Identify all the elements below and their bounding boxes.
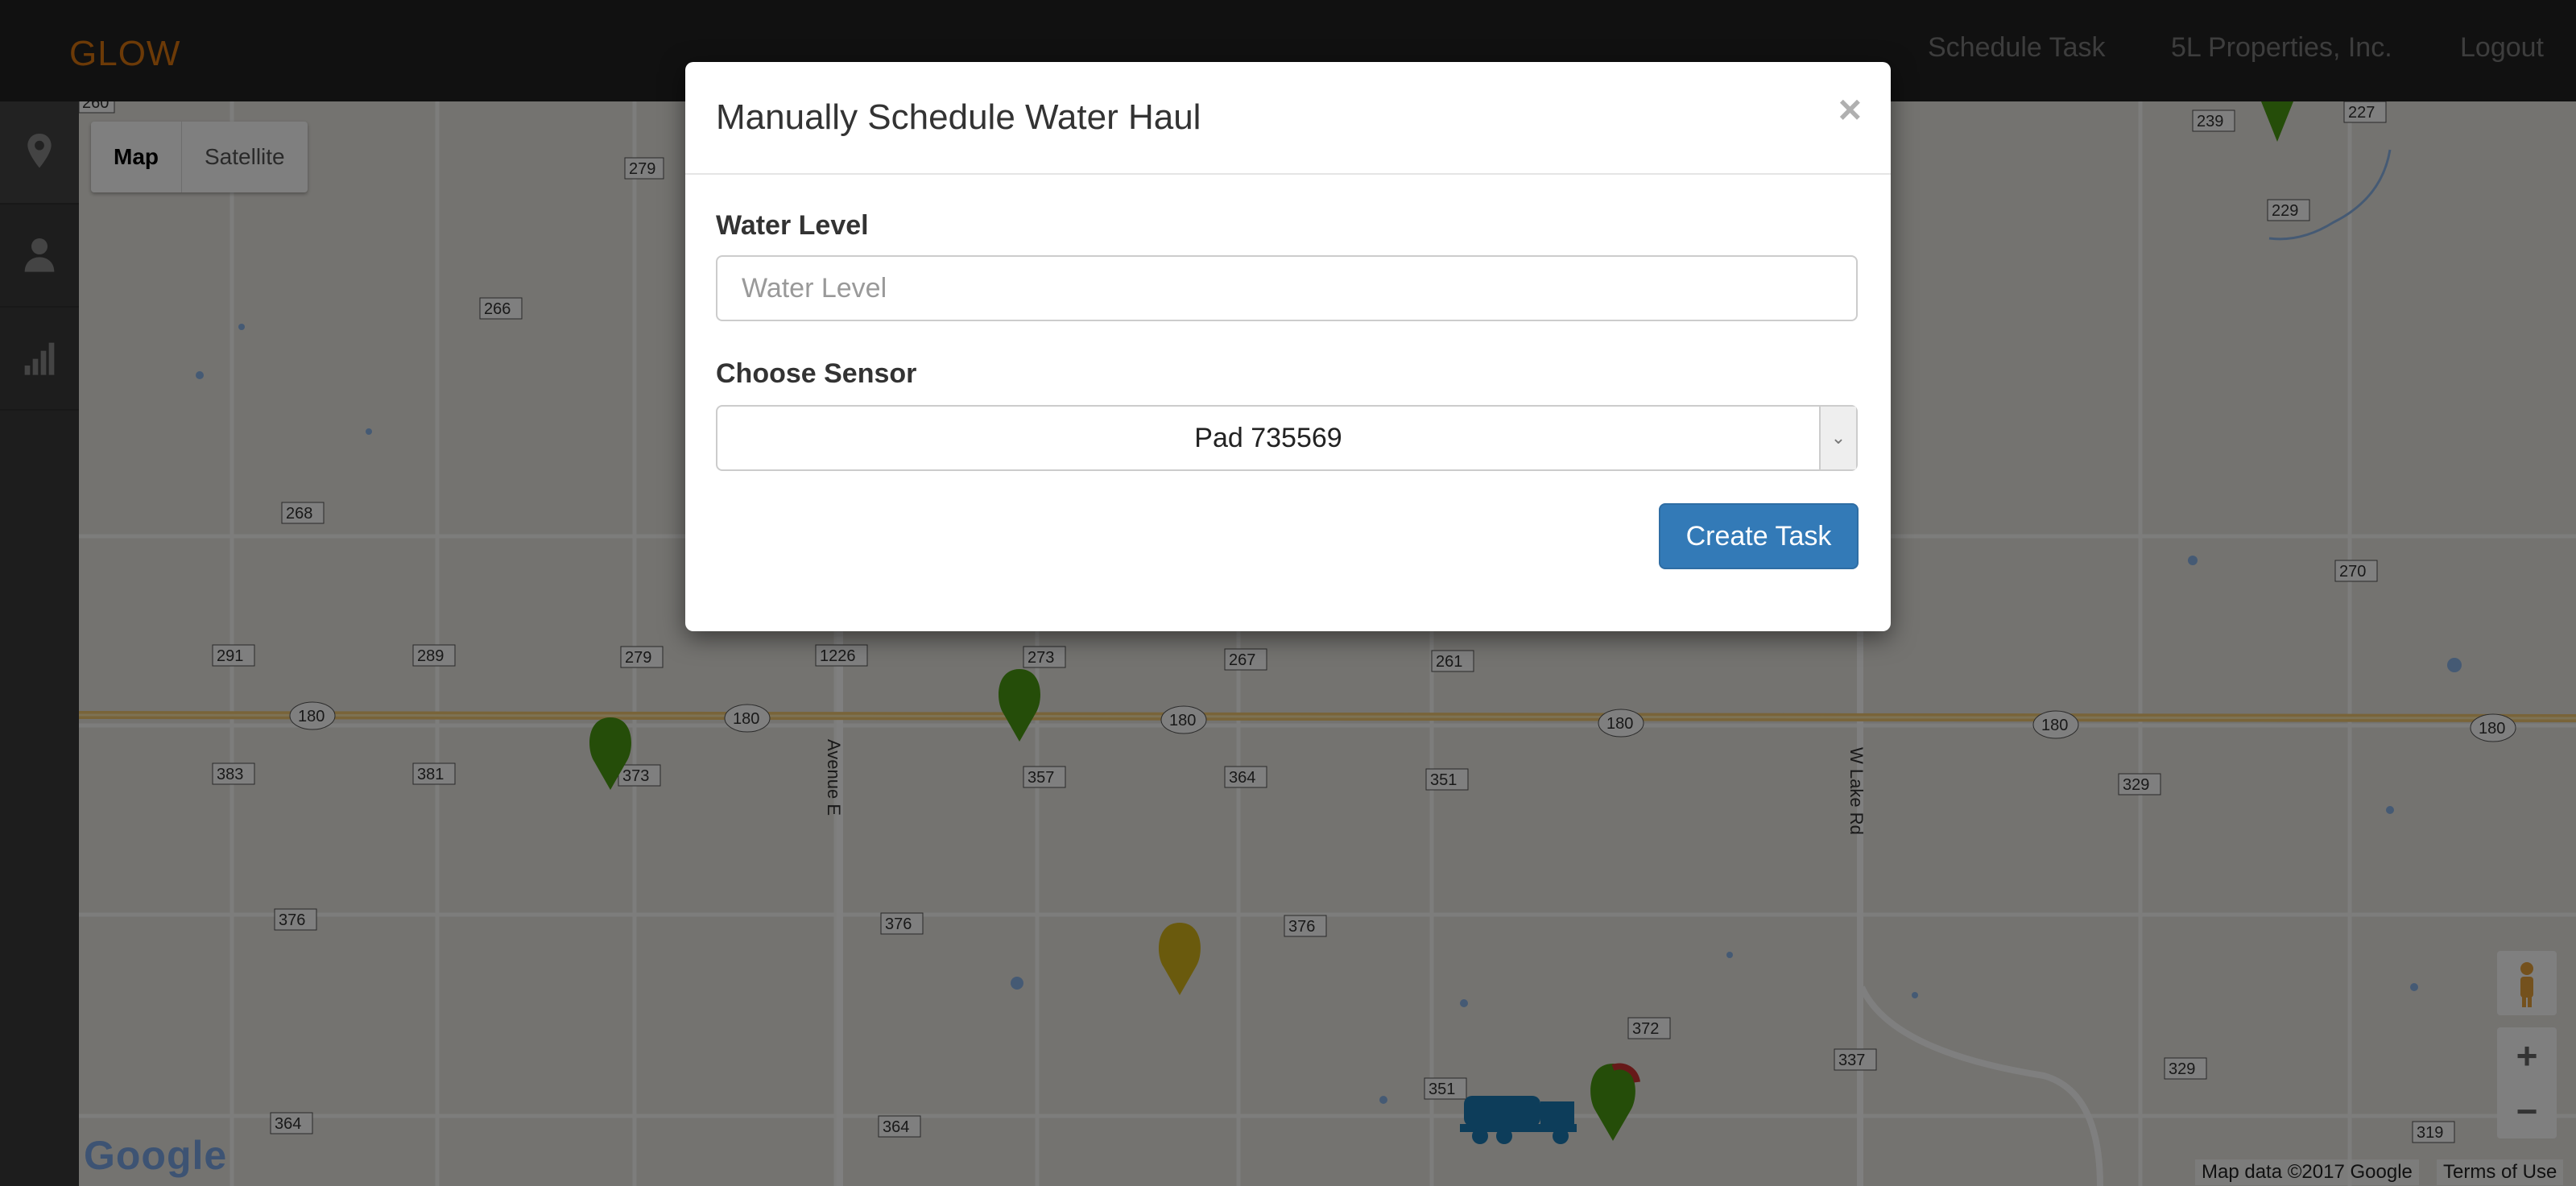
modal-header: Manually Schedule Water Haul × bbox=[685, 62, 1891, 175]
sensor-select[interactable]: Pad 735569 ⌄ bbox=[716, 405, 1858, 471]
water-level-label: Water Level bbox=[716, 210, 869, 241]
modal-title: Manually Schedule Water Haul bbox=[716, 97, 1201, 137]
choose-sensor-label: Choose Sensor bbox=[716, 358, 917, 389]
sensor-select-value: Pad 735569 bbox=[1194, 422, 1342, 453]
chevron-down-icon: ⌄ bbox=[1819, 407, 1856, 469]
close-icon[interactable]: × bbox=[1838, 86, 1862, 133]
create-task-button[interactable]: Create Task bbox=[1659, 503, 1859, 569]
water-level-input[interactable]: Water Level bbox=[716, 255, 1858, 321]
schedule-water-haul-modal: Manually Schedule Water Haul × Water Lev… bbox=[685, 62, 1891, 631]
